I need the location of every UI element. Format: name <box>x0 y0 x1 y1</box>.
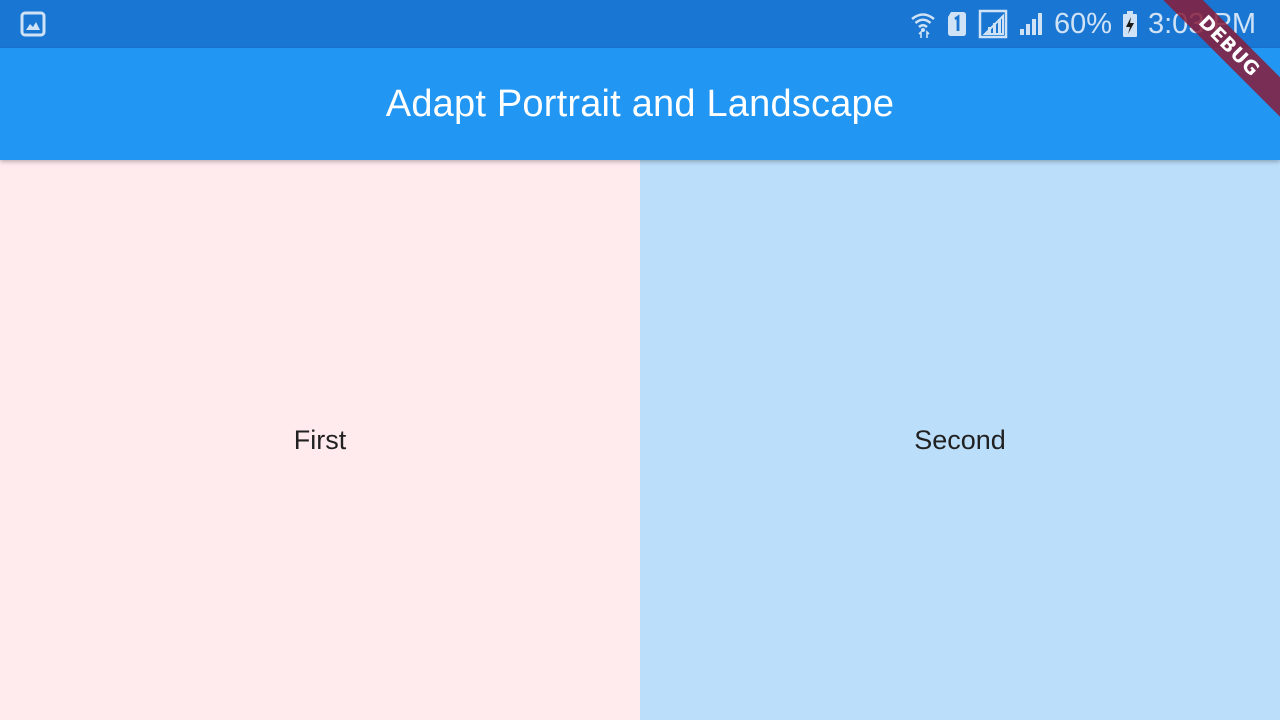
image-icon <box>20 11 46 37</box>
battery-charging-icon <box>1122 10 1138 38</box>
signal-outline-icon <box>978 9 1008 39</box>
first-pane-label: First <box>293 424 347 455</box>
second-pane-label: Second <box>914 424 1006 455</box>
wifi-icon <box>910 10 936 38</box>
signal-icon <box>1018 11 1044 37</box>
app-screen: 60% 3:03 PM Adapt Portrait and Landscape… <box>0 0 1280 720</box>
status-indicators: 60% 3:03 PM <box>910 0 1256 48</box>
sim-1-icon <box>946 10 968 38</box>
page-title: Adapt Portrait and Landscape <box>385 82 895 125</box>
content-area: First Second <box>0 160 1280 720</box>
status-bar: 60% 3:03 PM <box>0 0 1280 48</box>
app-bar: Adapt Portrait and Landscape <box>0 48 1280 160</box>
battery-percent: 60% <box>1053 8 1112 40</box>
clock: 3:03 PM <box>1148 8 1256 40</box>
first-pane: First <box>0 160 640 720</box>
second-pane: Second <box>640 160 1280 720</box>
